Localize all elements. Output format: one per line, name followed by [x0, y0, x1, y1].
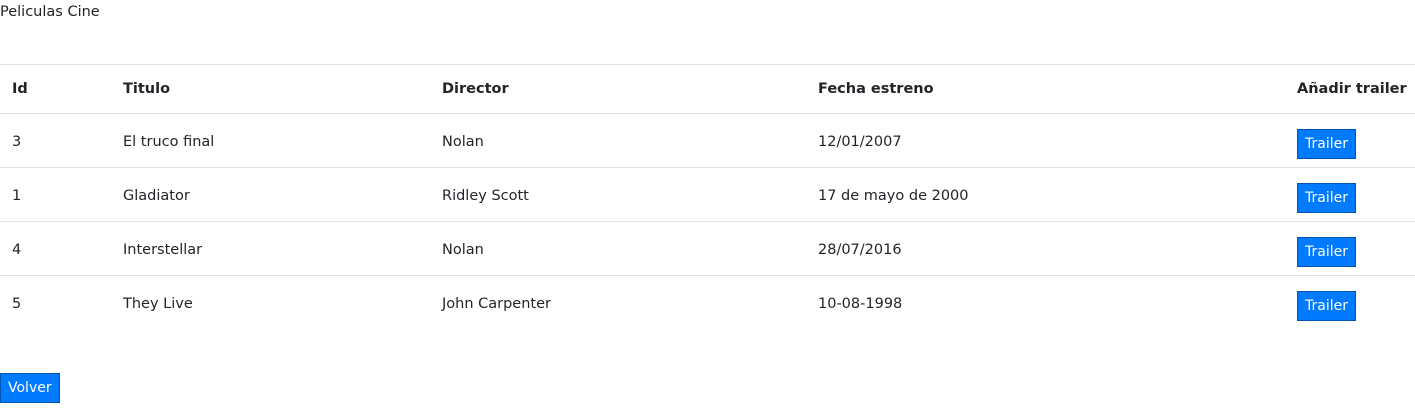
- cell-id: 4: [12, 241, 22, 258]
- cell-titulo: El truco final: [123, 133, 215, 150]
- cell-director: Ridley Scott: [442, 187, 529, 204]
- cell-fecha-estreno: 28/07/2016: [818, 241, 902, 258]
- table-row: 5 They Live John Carpenter 10-08-1998 Tr…: [0, 275, 1415, 330]
- header-titulo: Titulo: [123, 81, 171, 97]
- header-row: Id Titulo Director Fecha estreno Añadir …: [0, 64, 1415, 114]
- cell-titulo: Gladiator: [123, 187, 190, 204]
- cell-fecha-estreno: 10-08-1998: [818, 295, 903, 312]
- volver-button[interactable]: Volver: [0, 373, 60, 403]
- header-id: Id: [12, 81, 28, 97]
- cell-fecha-estreno: 17 de mayo de 2000: [818, 187, 969, 204]
- cell-id: 3: [12, 133, 22, 150]
- cell-titulo: Interstellar: [123, 241, 203, 258]
- cell-id: 1: [12, 187, 22, 204]
- trailer-button[interactable]: Trailer: [1297, 128, 1356, 159]
- table-row: 4 Interstellar Nolan 28/07/2016 Trailer: [0, 221, 1415, 276]
- page: Peliculas Cine Id Titulo Director Fecha …: [0, 0, 1415, 420]
- table-row: 3 El truco final Nolan 12/01/2007 Traile…: [0, 114, 1415, 168]
- header-anadir-trailer: Añadir trailer: [1297, 81, 1407, 97]
- table-body: 3 El truco final Nolan 12/01/2007 Traile…: [0, 114, 1415, 330]
- cell-director: Nolan: [442, 241, 484, 258]
- cell-director: John Carpenter: [442, 295, 551, 312]
- cell-titulo: They Live: [123, 295, 193, 312]
- trailer-button[interactable]: Trailer: [1297, 182, 1356, 213]
- cell-trailer: Trailer: [1285, 114, 1415, 168]
- trailer-button[interactable]: Trailer: [1297, 290, 1356, 321]
- cell-id: 5: [12, 295, 22, 312]
- cell-director: Nolan: [442, 133, 484, 150]
- cell-trailer: Trailer: [1285, 222, 1415, 276]
- trailer-button[interactable]: Trailer: [1297, 236, 1356, 267]
- header-director: Director: [442, 81, 509, 97]
- page-title: Peliculas Cine: [0, 4, 100, 20]
- header-fecha-estreno: Fecha estreno: [818, 81, 934, 97]
- table-header: Id Titulo Director Fecha estreno Añadir …: [0, 64, 1415, 114]
- cell-trailer: Trailer: [1285, 168, 1415, 222]
- table-row: 1 Gladiator Ridley Scott 17 de mayo de 2…: [0, 167, 1415, 222]
- cell-trailer: Trailer: [1285, 276, 1415, 330]
- movies-table: Id Titulo Director Fecha estreno Añadir …: [0, 64, 1415, 330]
- cell-fecha-estreno: 12/01/2007: [818, 133, 902, 150]
